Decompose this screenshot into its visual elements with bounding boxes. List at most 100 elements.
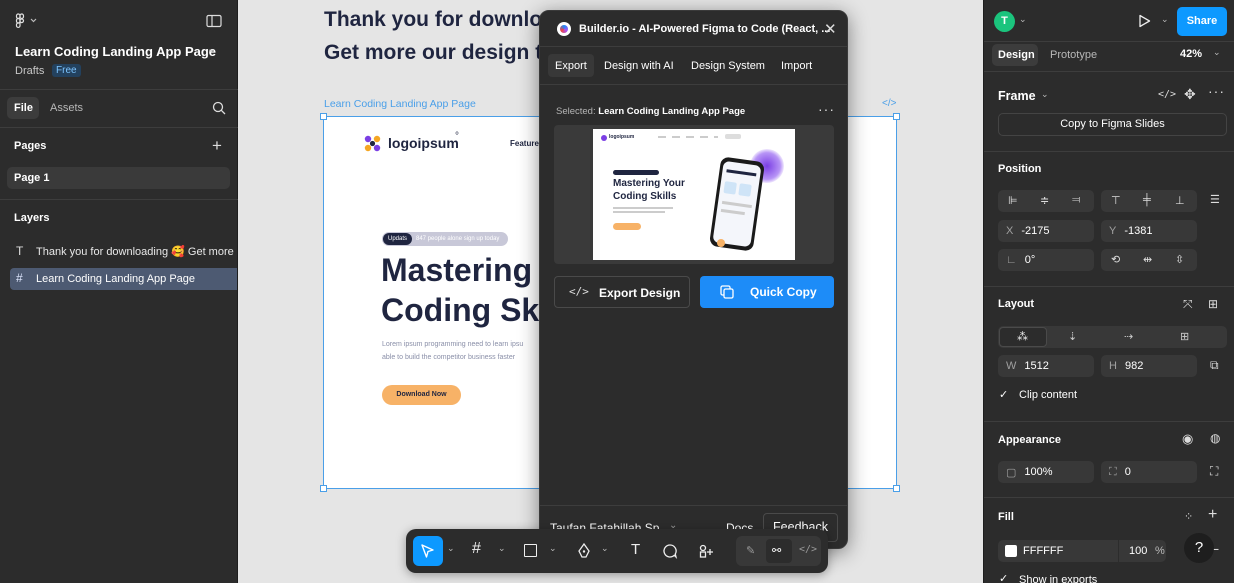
flip-horizontal-icon[interactable]: ⇹ [1143, 253, 1152, 266]
tab-import[interactable]: Import [781, 60, 812, 72]
play-icon[interactable] [1138, 14, 1151, 28]
frame-label[interactable]: Learn Coding Landing App Page [324, 98, 476, 110]
share-button[interactable]: Share [1177, 7, 1227, 36]
close-icon[interactable]: ✕ [824, 20, 837, 38]
frame-tool-chevron-icon[interactable]: ⌄ [498, 543, 506, 554]
text-tool-icon[interactable]: T [631, 541, 640, 558]
add-fill-icon[interactable]: + [1208, 506, 1217, 524]
dev-code-icon[interactable]: </> [1158, 89, 1176, 100]
text-layer-icon: T [16, 244, 24, 258]
independent-corners-icon[interactable]: ⛶ [1210, 464, 1218, 479]
rotation-input[interactable]: ∟ 0° [998, 249, 1094, 271]
resize-handle[interactable] [893, 113, 900, 120]
align-middle-v-icon[interactable]: ╪ [1143, 194, 1151, 206]
export-design-label: Export Design [599, 286, 681, 300]
align-right-icon[interactable]: ⫤ [1072, 194, 1080, 207]
file-name[interactable]: Learn Coding Landing App Page [15, 44, 216, 59]
horizontal-layout-icon[interactable]: ⇢ [1124, 330, 1133, 343]
layout-free-button[interactable]: ⁂ [999, 327, 1047, 347]
rectangle-tool-icon[interactable] [524, 544, 537, 557]
w-label: W [1006, 360, 1017, 372]
tab-design-with-ai[interactable]: Design with AI [604, 60, 674, 72]
quick-copy-button[interactable]: Quick Copy [700, 276, 834, 308]
width-input[interactable]: W 1512 [998, 355, 1094, 377]
x-input[interactable]: X -2175 [998, 220, 1094, 242]
clip-content-checkbox[interactable]: ✓ [999, 388, 1008, 401]
zoom-level[interactable]: 42% [1180, 48, 1202, 60]
fill-row[interactable]: FFFFFF 100 % [998, 540, 1166, 562]
vertical-layout-icon[interactable]: ⇣ [1068, 330, 1077, 343]
sidebar-toggle-icon[interactable] [206, 14, 222, 28]
rotate-90-icon[interactable]: ⟲ [1111, 253, 1120, 266]
move-tool-button[interactable] [413, 536, 443, 566]
fill-swatch[interactable] [1005, 545, 1017, 557]
component-icon[interactable]: ✥ [1184, 86, 1196, 103]
resize-handle[interactable] [320, 485, 327, 492]
visibility-eye-icon[interactable]: ◉ [1182, 431, 1193, 447]
corner-radius-input[interactable]: ⛶ 0 [1101, 461, 1197, 483]
align-top-icon[interactable]: ⊤ [1111, 194, 1121, 207]
shape-tool-chevron-icon[interactable]: ⌄ [549, 543, 557, 554]
tab-design-system[interactable]: Design System [691, 60, 765, 72]
actions-tool-icon[interactable] [698, 543, 716, 559]
resize-handle[interactable] [893, 485, 900, 492]
drafts-label[interactable]: Drafts [15, 65, 44, 77]
avatar-chevron-icon[interactable]: ⌄ [1019, 14, 1027, 25]
layer-row-text[interactable]: T Thank you for downloading 🥰 Get more c [0, 240, 238, 262]
more-options-icon[interactable]: ··· [818, 101, 835, 117]
add-page-icon[interactable]: + [212, 136, 222, 156]
draw-mode-icon[interactable]: ✎ [746, 544, 755, 557]
more-icon[interactable]: ··· [1208, 83, 1225, 99]
export-design-button[interactable]: </> Export Design [554, 276, 690, 308]
fill-title: Fill [998, 511, 1014, 523]
align-bottom-icon[interactable]: ⊥ [1175, 194, 1185, 207]
align-left-icon[interactable]: ⊫ [1008, 194, 1018, 207]
tab-file-label: File [14, 102, 33, 114]
design-mode-button[interactable]: ⚯ [766, 539, 792, 563]
avatar[interactable]: T [994, 11, 1015, 32]
style-grid-icon[interactable]: ⁘ [1184, 510, 1193, 523]
layer-row-frame[interactable]: # Learn Coding Landing App Page [10, 268, 237, 290]
rotation-icon: ∟ [1006, 254, 1017, 266]
file-menu-chevron-icon[interactable]: ⌄ [207, 44, 215, 55]
copy-to-slides-button[interactable]: Copy to Figma Slides [998, 113, 1227, 136]
design-badge: Updats 847 people alone sign up today [382, 232, 508, 246]
comment-tool-icon[interactable] [662, 543, 678, 559]
present-chevron-icon[interactable]: ⌄ [1161, 14, 1169, 25]
frame-layer-icon: # [16, 271, 23, 285]
fill-hex[interactable]: FFFFFF [1023, 545, 1063, 557]
blend-mode-drop-icon[interactable]: ◍ [1210, 431, 1220, 445]
frame-code-tag[interactable]: </> [882, 98, 896, 109]
pen-tool-icon[interactable] [576, 543, 592, 559]
frame-tool-icon[interactable]: # [472, 540, 481, 558]
fill-opacity[interactable]: 100 [1129, 545, 1147, 557]
height-input[interactable]: H 982 [1101, 355, 1197, 377]
preview-logo: logoipsum [609, 134, 635, 140]
y-input[interactable]: Y -1381 [1101, 220, 1197, 242]
horizontal-align-group: ⊫ ≑ ⫤ [998, 190, 1094, 212]
divider [0, 127, 238, 128]
zoom-chevron-icon[interactable]: ⌄ [1213, 47, 1221, 58]
grid-layout-icon[interactable]: ⊞ [1180, 330, 1189, 343]
show-in-exports-checkbox[interactable]: ✓ [999, 572, 1008, 583]
figma-menu-icon[interactable] [14, 13, 38, 29]
auto-layout-icon[interactable]: ⊞ [1208, 297, 1218, 311]
distribute-icon[interactable]: ☰ [1210, 193, 1220, 206]
opacity-input[interactable]: ▢ 100% [998, 461, 1094, 483]
left-panel: Learn Coding Landing App Page ⌄ Drafts F… [0, 0, 238, 583]
dev-mode-icon[interactable]: </> [799, 544, 817, 555]
search-icon[interactable] [212, 101, 226, 115]
align-center-h-icon[interactable]: ≑ [1040, 194, 1049, 207]
constraints-icon[interactable]: ⧉ [1210, 358, 1219, 373]
help-button[interactable]: ? [1184, 533, 1214, 563]
tab-assets[interactable]: Assets [50, 102, 83, 114]
pen-tool-chevron-icon[interactable]: ⌄ [601, 543, 609, 554]
tab-prototype[interactable]: Prototype [1050, 49, 1097, 61]
flip-vertical-icon[interactable]: ⇳ [1175, 253, 1184, 266]
frame-title[interactable]: Frame [998, 89, 1036, 103]
frame-type-chevron-icon[interactable]: ⌄ [1041, 89, 1049, 100]
resize-handle[interactable] [320, 113, 327, 120]
move-tool-chevron-icon[interactable]: ⌄ [447, 543, 455, 554]
resize-to-fit-icon[interactable]: ⤧ [1183, 297, 1193, 312]
layout-title: Layout [998, 298, 1035, 310]
